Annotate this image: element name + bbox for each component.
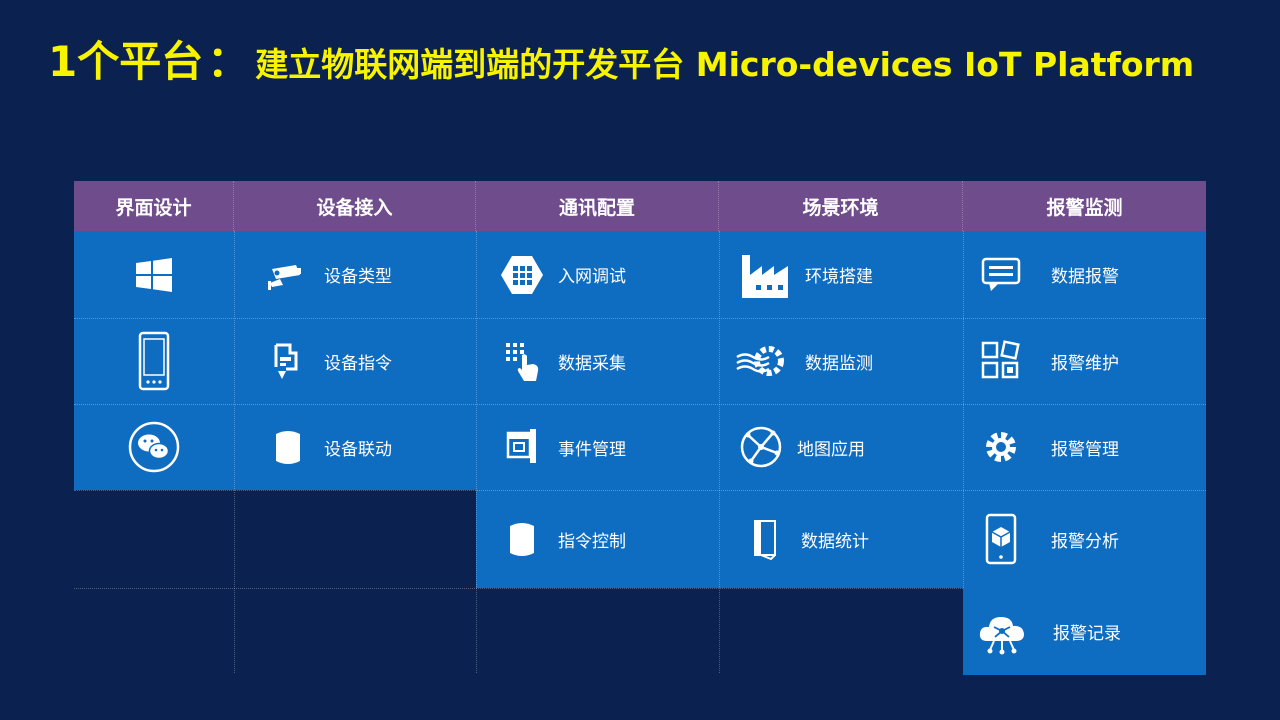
scene-label: 地图应用	[797, 439, 865, 460]
comm-config-label: 指令控制	[558, 531, 626, 552]
alarm-label: 数据报警	[1051, 267, 1119, 287]
comm-config-label: 事件管理	[558, 439, 626, 460]
device-access-label: 设备类型	[324, 267, 392, 287]
phone-cube-icon	[979, 513, 1023, 565]
alarm-item-record[interactable]: 报警记录	[963, 588, 1206, 675]
title-prefix: 1个平台	[48, 37, 204, 86]
column-header-device-access: 设备接入	[234, 181, 476, 231]
device-access-label: 设备指令	[324, 353, 392, 374]
device-access-item-type[interactable]: 设备类型	[234, 231, 476, 318]
factory-icon	[739, 249, 791, 301]
scene-label: 数据监测	[805, 353, 873, 374]
maintenance-grid-icon	[979, 339, 1023, 383]
window-panel-icon	[500, 425, 544, 469]
ui-design-wechat[interactable]	[74, 404, 234, 490]
mobile-phone-icon	[132, 331, 176, 391]
device-access-item-command[interactable]: 设备指令	[234, 318, 476, 404]
comm-config-item-collect[interactable]: 数据采集	[476, 318, 719, 404]
scene-item-statistics[interactable]: 数据统计	[719, 490, 963, 588]
column-header-row: 界面设计 设备接入 通讯配置 场景环境 报警监测	[74, 181, 1206, 231]
alarm-label: 报警维护	[1051, 353, 1119, 374]
column-header-scene: 场景环境	[719, 181, 963, 231]
windows-icon	[132, 253, 176, 297]
alarm-item-management[interactable]: 报警管理	[963, 404, 1206, 490]
gear-icon	[979, 425, 1023, 469]
message-alert-icon	[979, 253, 1023, 297]
scene-item-map[interactable]: 地图应用	[719, 404, 963, 490]
wechat-icon	[128, 421, 180, 473]
camera-icon	[266, 253, 310, 297]
comm-config-item-network[interactable]: 入网调试	[476, 231, 719, 318]
scene-label: 数据统计	[801, 531, 869, 552]
scene-item-monitor[interactable]: 数据监测	[719, 318, 963, 404]
alarm-item-data[interactable]: 数据报警	[963, 231, 1206, 318]
ui-design-windows[interactable]	[74, 231, 234, 318]
scene-label: 环境搭建	[805, 267, 873, 287]
device-command-icon	[266, 339, 310, 383]
column-header-alarm: 报警监测	[1046, 196, 1123, 219]
column-header-comm-config: 通讯配置	[476, 181, 719, 231]
touch-grid-icon	[500, 339, 544, 383]
alarm-label: 报警管理	[1051, 439, 1119, 460]
alarm-item-maintenance[interactable]: 报警维护	[963, 318, 1206, 404]
comm-config-label: 入网调试	[558, 267, 626, 287]
grid-hexagon-icon	[500, 253, 544, 297]
cylinder-icon	[266, 425, 310, 469]
globe-network-icon	[739, 425, 783, 469]
cloud-network-icon	[977, 607, 1027, 657]
alarm-label: 报警记录	[1053, 624, 1121, 644]
comm-config-item-event[interactable]: 事件管理	[476, 404, 719, 490]
comm-config-item-command-control[interactable]: 指令控制	[476, 490, 719, 588]
book-icon	[743, 517, 787, 561]
cylinder-icon	[500, 517, 544, 561]
column-header-ui-design: 界面设计	[74, 181, 234, 231]
device-access-item-linkage[interactable]: 设备联动	[234, 404, 476, 490]
gear-waves-icon	[735, 339, 791, 383]
title-main: 建立物联网端到端的开发平台 Micro-devices IoT Platform	[255, 45, 1195, 84]
device-access-label: 设备联动	[324, 439, 392, 460]
ui-design-mobile[interactable]	[74, 318, 234, 404]
comm-config-label: 数据采集	[558, 353, 626, 374]
alarm-label: 报警分析	[1051, 531, 1119, 552]
title-separator: ：	[207, 37, 250, 86]
page-title: 1个平台 ： 建立物联网端到端的开发平台 Micro-devices IoT P…	[48, 28, 1194, 88]
scene-item-environment[interactable]: 环境搭建	[719, 231, 963, 318]
alarm-item-analysis[interactable]: 报警分析	[963, 490, 1206, 588]
